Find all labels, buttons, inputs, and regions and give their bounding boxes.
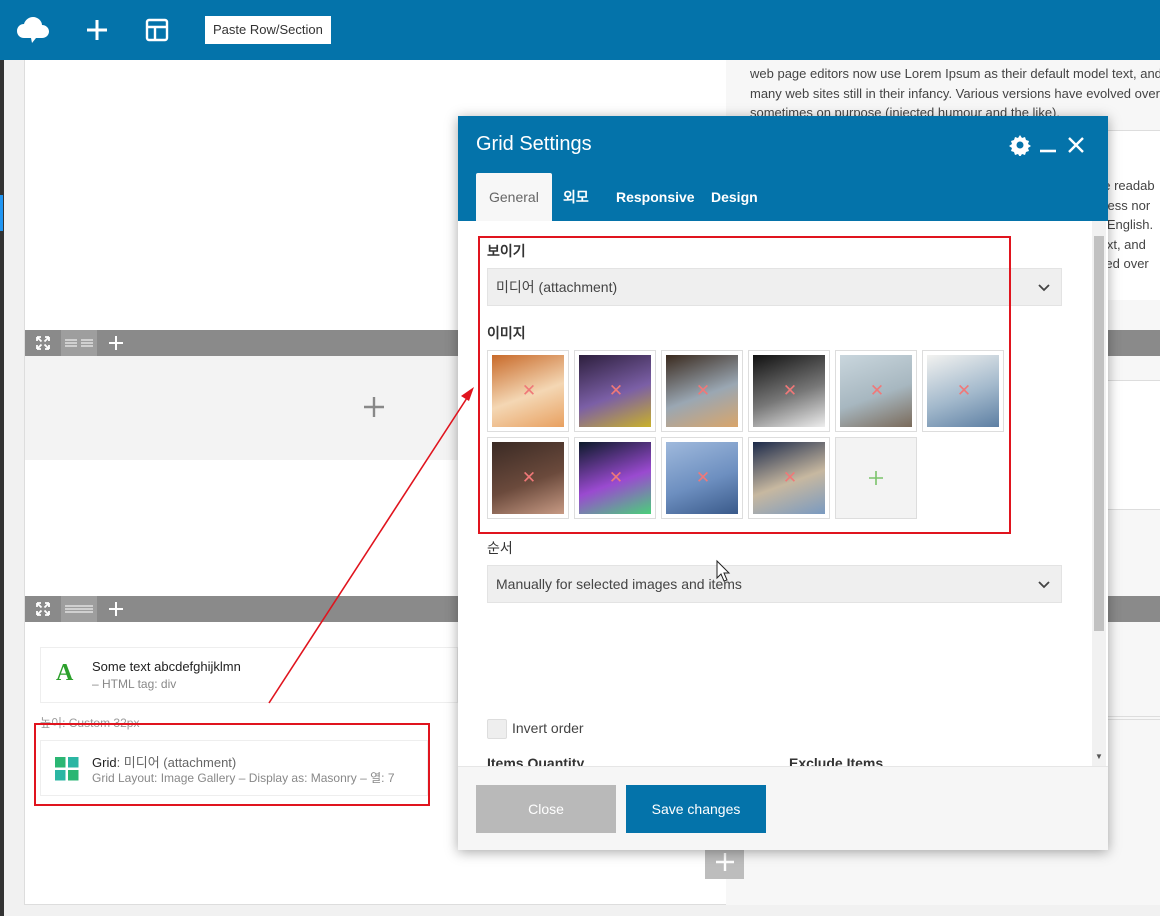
expand-icon[interactable] [31,330,55,356]
chevron-down-icon [1038,284,1050,292]
show-select-value: 미디어 (attachment) [496,279,618,295]
show-select[interactable]: 미디어 (attachment) [487,268,1062,306]
grid-title-bold: Grid [92,755,117,770]
close-button[interactable]: Close [476,785,616,833]
dialog-header: Grid Settings General 외모 Responsive Desi… [458,116,1108,221]
add-element-icon[interactable] [360,393,388,421]
columns-icon[interactable] [61,330,97,356]
scrollbar[interactable]: ▼ [1092,221,1106,766]
grid-title-rest: : 미디어 (attachment) [116,755,237,770]
tab-general[interactable]: General [476,173,552,221]
add-column-icon[interactable] [105,330,127,356]
show-label: 보이기 [487,243,526,259]
tab-appearance[interactable]: 외모 [563,173,589,221]
left-edge [0,60,4,916]
scroll-down-icon[interactable]: ▼ [1095,753,1103,761]
remove-image-icon[interactable]: ✕ [693,381,713,401]
dialog-title: Grid Settings [476,133,592,155]
minimize-icon[interactable] [1036,133,1060,157]
add-column-icon-2[interactable] [105,596,127,622]
text-element-title: Some text abcdefghijklmn [92,659,241,674]
remove-image-icon[interactable]: ✕ [519,381,539,401]
plus-icon [836,438,916,518]
remove-image-icon[interactable]: ✕ [867,381,887,401]
exclude-items-label: Exclude Items [789,755,884,766]
remove-image-icon[interactable]: ✕ [780,468,800,488]
image-thumbnail[interactable]: ✕ [574,437,656,519]
image-thumbnail[interactable]: ✕ [661,437,743,519]
images-label: 이미지 [487,325,526,341]
grid-element-card[interactable]: Grid: 미디어 (attachment) Grid Layout: Imag… [40,740,428,796]
layout-icon[interactable] [139,12,175,48]
invert-order-label: Invert order [512,720,584,736]
background-text: web page editors now use Lorem Ipsum as … [750,66,1160,120]
remove-image-icon[interactable]: ✕ [780,381,800,401]
image-thumbnail[interactable]: ✕ [487,437,569,519]
tab-responsive[interactable]: Responsive [616,173,695,221]
columns-icon-2[interactable] [61,596,97,622]
logo-cloud-icon[interactable] [16,12,52,48]
image-thumbnail[interactable]: ✕ [574,350,656,432]
remove-image-icon[interactable]: ✕ [606,381,626,401]
text-element-card[interactable]: A Some text abcdefghijklmn – HTML tag: d… [40,647,458,703]
save-changes-button[interactable]: Save changes [626,785,766,833]
image-thumbnail[interactable]: ✕ [661,350,743,432]
grid-icon [55,757,79,786]
scrollbar-thumb[interactable] [1094,236,1104,631]
image-thumbnail[interactable]: ✕ [835,350,917,432]
add-image-button[interactable] [835,437,917,519]
empty-section [25,356,458,460]
tab-design[interactable]: Design [711,173,758,221]
order-label: 순서 [487,540,513,556]
remove-image-icon[interactable]: ✕ [693,468,713,488]
image-thumbnail[interactable]: ✕ [922,350,1004,432]
order-select[interactable]: Manually for selected images and items [487,565,1062,603]
close-icon[interactable] [1064,133,1088,157]
add-row-icon[interactable] [705,845,744,879]
dialog-body: 보이기 미디어 (attachment) 이미지 ✕ ✕ ✕ ✕ ✕ ✕ ✕ ✕ ✕ ✕ 순서 M… [458,221,1108,766]
grid-element-subtitle: Grid Layout: Image Gallery – Display as:… [92,771,395,785]
background-card-2 [1100,380,1160,510]
remove-image-icon[interactable]: ✕ [519,468,539,488]
paste-row-section-button[interactable]: Paste Row/Section [205,16,331,44]
gear-icon[interactable] [1008,133,1032,157]
order-select-value: Manually for selected images and items [496,576,742,592]
dialog-footer: Close Save changes [458,766,1108,850]
text-element-icon: A [56,660,74,686]
items-quantity-label: Items Quantity [487,755,585,766]
expand-icon-2[interactable] [31,596,55,622]
left-edge-accent [0,195,3,231]
image-thumbnail[interactable]: ✕ [487,350,569,432]
height-note: 높이: Custom 32px [40,716,140,730]
top-toolbar: Paste Row/Section [0,0,1160,60]
invert-order-checkbox[interactable] [487,719,507,739]
chevron-down-icon [1038,581,1050,589]
grid-settings-dialog: Grid Settings General 외모 Responsive Desi… [458,116,1108,850]
add-icon[interactable] [79,12,115,48]
remove-image-icon[interactable]: ✕ [954,381,974,401]
image-thumbnail[interactable]: ✕ [748,350,830,432]
text-element-subtitle: – HTML tag: div [92,677,177,691]
remove-image-icon[interactable]: ✕ [606,468,626,488]
image-thumbnail[interactable]: ✕ [748,437,830,519]
